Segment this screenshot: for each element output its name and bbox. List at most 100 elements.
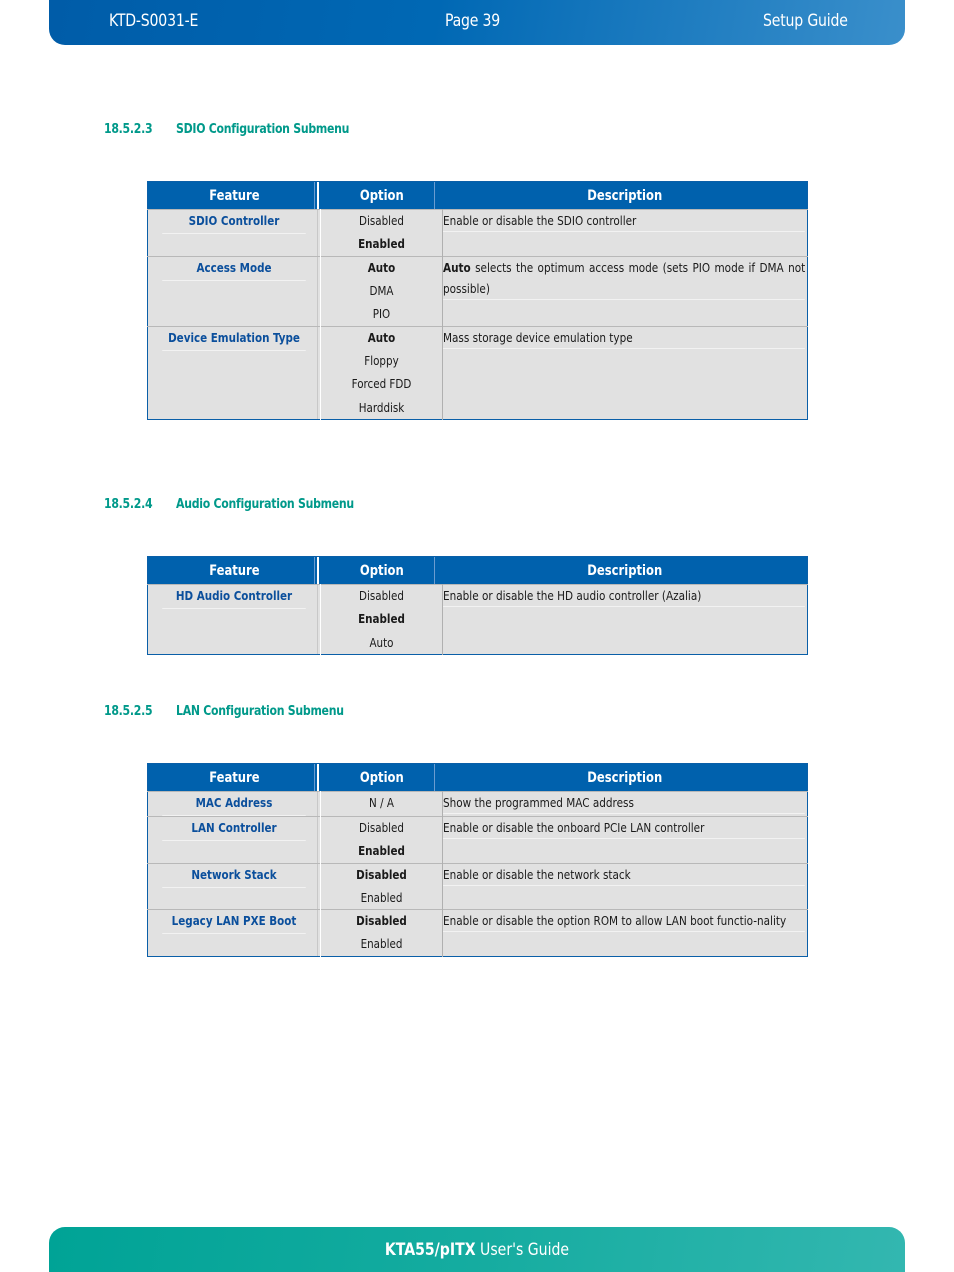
description-text: Enable or disable the SDIO controller [443,210,806,232]
description-text: Auto selects the optimum access mode (se… [443,257,806,300]
column-header-label: Description [587,187,663,204]
feature-name: Device Emulation Type [162,327,306,351]
table-header-row: Feature Option Description [147,181,808,210]
footer-title: KTA55/pITX User's Guide [83,1240,871,1260]
table-header-row: Feature Option Description [147,763,808,792]
table-row: HD Audio Controller Disabled Enabled Auto En… [147,584,808,655]
feature-name: SDIO Controller [162,210,306,234]
table-row: Access Mode Auto DMA PIO Auto selects the op… [147,255,808,326]
description-cell: Mass storage device emulation type [442,325,808,420]
footer-suffix: User's Guide [475,1240,570,1260]
option-cell: N / A [320,791,443,817]
option-value: Auto [369,634,394,650]
option-cell: Auto Floppy Forced FDD Harddisk [320,325,443,420]
option-value: Disabled [359,588,404,603]
option-value-default: Enabled [358,236,405,251]
description-body: Enable or disable the option ROM to allo… [443,913,787,928]
section-heading-lan: 18.5.2.5 LAN Configuration Submenu [104,703,344,719]
option-value: PIO [372,306,391,321]
feature-name: Legacy LAN PXE Boot [162,910,306,934]
description-cell: Auto selects the optimum access mode (se… [442,255,808,326]
section-number: 18.5.2.5 [104,703,153,719]
feature-cell: MAC Address [147,791,321,817]
table-row: Network Stack Disabled Enabled Enable or di… [147,862,808,910]
feature-cell: Access Mode [147,255,321,326]
option-value: Disabled [359,820,404,835]
page-number: Page 39 [445,11,501,31]
section-number: 18.5.2.3 [104,121,153,137]
table-row: MAC Address N / A Show the programmed MAC … [147,791,808,817]
option-value-default: Disabled [356,866,407,882]
page-header: KTD-S0031-E Page 39 Setup Guide [49,0,905,45]
table-row: SDIO Controller Disabled Enabled Enable or … [147,209,808,256]
description-body: Enable or disable the network stack [443,866,631,882]
description-body: Enable or disable the onboard PCIe LAN c… [443,820,705,835]
audio-config-table: Feature Option Description HD Audio Control… [147,556,808,655]
column-header-label: Feature [209,562,260,579]
table-row: LAN Controller Disabled Enabled Enable or d… [147,816,808,863]
column-header-feature: Feature [147,763,321,792]
description-text: Enable or disable the network stack [443,864,806,886]
table-row: Device Emulation Type Auto Floppy Forced FD… [147,325,808,420]
option-cell: Disabled Enabled [320,909,443,956]
feature-cell: LAN Controller [147,816,321,863]
column-header-option: Option [320,556,443,585]
option-cell: Disabled Enabled [320,816,443,863]
section-title: SDIO Configuration Submenu [176,121,350,137]
section-title: LAN Configuration Submenu [176,703,344,719]
feature-name: MAC Address [162,792,306,816]
page-footer: KTA55/pITX User's Guide [49,1227,905,1272]
column-header-label: Feature [209,187,260,204]
feature-name: Access Mode [162,257,306,281]
option-cell: Disabled Enabled [320,862,443,910]
description-cell: Show the programmed MAC address [442,791,808,817]
option-value-default: Auto [367,329,396,345]
option-value: Forced FDD [351,376,412,391]
column-header-label: Description [587,769,663,786]
option-cell: Disabled Enabled Auto [320,584,443,655]
column-header-label: Description [587,562,663,579]
option-value: Enabled [360,889,403,905]
feature-cell: Device Emulation Type [147,325,321,420]
description-cell: Enable or disable the option ROM to allo… [442,909,808,956]
description-body: selects the optimum access mode (sets PI… [443,259,806,296]
column-header-description: Description [442,181,808,210]
description-cell: Enable or disable the HD audio controlle… [442,584,808,655]
option-cell: Disabled Enabled [320,209,443,256]
column-header-option: Option [320,181,443,210]
section-heading-audio: 18.5.2.4 Audio Configuration Submenu [104,496,354,512]
option-value: Harddisk [358,399,405,415]
option-value-default: Disabled [356,913,407,928]
description-emphasis: Auto [443,259,471,275]
feature-cell: Network Stack [147,862,321,910]
column-header-feature: Feature [147,556,321,585]
feature-cell: HD Audio Controller [147,584,321,655]
description-body: Enable or disable the SDIO controller [443,213,637,228]
section-number: 18.5.2.4 [104,496,153,512]
table-row: Legacy LAN PXE Boot Disabled Enabled Enable… [147,909,808,956]
lan-config-table: Feature Option Description MAC Address N / A… [147,763,808,957]
feature-cell: Legacy LAN PXE Boot [147,909,321,956]
sdio-config-table: Feature Option Description SDIO Controller D… [147,181,808,420]
option-value-default: Enabled [358,611,405,626]
description-body: Mass storage device emulation type [443,329,633,345]
table-header-row: Feature Option Description [147,556,808,585]
option-value-default: Auto [367,259,396,275]
column-header-option: Option [320,763,443,792]
column-header-feature: Feature [147,181,321,210]
column-header-label: Option [359,562,404,579]
option-value: N / A [369,795,394,810]
description-text: Mass storage device emulation type [443,327,806,349]
column-header-description: Description [442,556,808,585]
feature-name: Network Stack [162,864,306,888]
description-text: Enable or disable the onboard PCIe LAN c… [443,817,806,839]
column-header-label: Option [359,187,404,204]
section-heading-sdio: 18.5.2.3 SDIO Configuration Submenu [104,121,349,137]
description-cell: Enable or disable the onboard PCIe LAN c… [442,816,808,863]
description-cell: Enable or disable the SDIO controller [442,209,808,256]
feature-cell: SDIO Controller [147,209,321,256]
option-value: DMA [369,282,394,298]
description-text: Enable or disable the HD audio controlle… [443,585,806,607]
header-section-name: Setup Guide [763,11,848,31]
option-cell: Auto DMA PIO [320,255,443,326]
